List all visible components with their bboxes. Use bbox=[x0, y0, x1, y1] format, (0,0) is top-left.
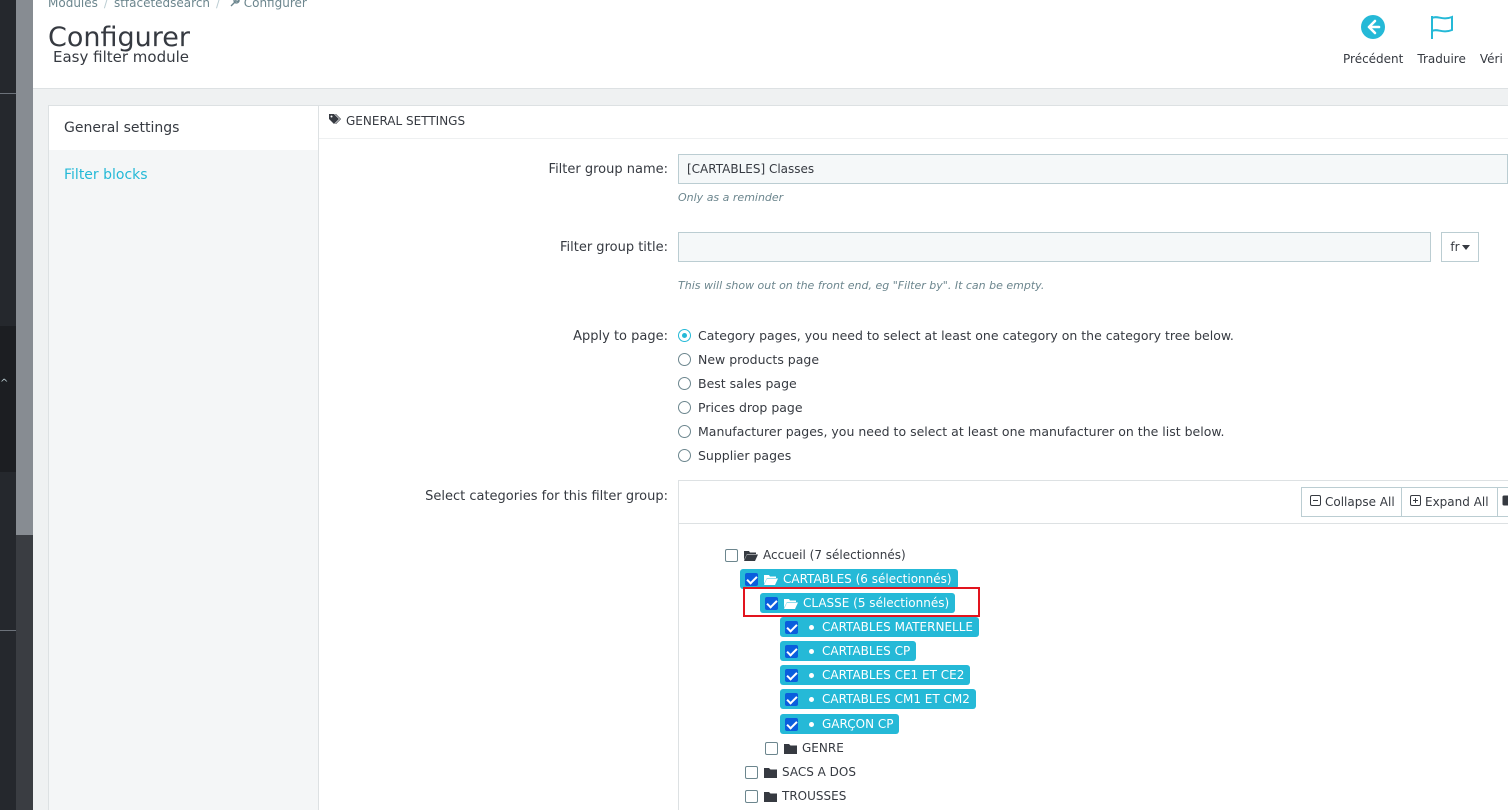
tree-toolbar: Collapse All Expand All bbox=[679, 481, 1508, 524]
folder-icon bbox=[764, 791, 777, 802]
admin-sidebar: ^ bbox=[0, 0, 33, 810]
categories-label: Select categories for this filter group: bbox=[425, 489, 668, 504]
page-header: Modules / stfacetedsearch / Configurer Conf… bbox=[33, 0, 1508, 89]
bullet-icon bbox=[809, 721, 814, 727]
tree-node-cartables-cp[interactable]: CARTABLES CP bbox=[780, 641, 917, 661]
check-button[interactable]: Véri bbox=[1480, 10, 1503, 66]
bullet-icon bbox=[809, 648, 814, 654]
tree-node-garcon-cp[interactable]: GARÇON CP bbox=[780, 714, 900, 734]
apply-option-supplier[interactable]: Supplier pages bbox=[678, 448, 791, 463]
breadcrumb-current: Configurer bbox=[243, 0, 307, 10]
checkbox-checked[interactable] bbox=[785, 692, 798, 706]
flag-icon bbox=[1428, 10, 1456, 44]
language-dropdown[interactable]: fr bbox=[1441, 232, 1479, 262]
page-subtitle: Easy filter module bbox=[53, 48, 190, 66]
apply-option-prices-drop[interactable]: Prices drop page bbox=[678, 400, 803, 415]
radio[interactable] bbox=[678, 425, 691, 438]
checkbox[interactable] bbox=[745, 789, 758, 803]
radio-checked[interactable] bbox=[678, 329, 691, 342]
sidebar-divider bbox=[0, 93, 16, 94]
folder-open-icon bbox=[764, 574, 778, 585]
breadcrumb: Modules / stfacetedsearch / Configurer bbox=[48, 0, 307, 10]
sidebar-scrollbar-track[interactable] bbox=[16, 535, 33, 810]
language-value: fr bbox=[1450, 240, 1460, 254]
caret-down-icon bbox=[1461, 245, 1470, 250]
folder-icon bbox=[784, 743, 797, 754]
group-name-help: Only as a reminder bbox=[678, 191, 784, 204]
radio[interactable] bbox=[678, 353, 691, 366]
panel-heading-text: GENERAL SETTINGS bbox=[346, 114, 466, 128]
highlight-annotation bbox=[743, 587, 980, 617]
toolbar: Précédent Traduire Véri bbox=[1343, 10, 1508, 66]
chevron-up-icon[interactable]: ^ bbox=[0, 378, 8, 389]
tab-filter-blocks[interactable]: Filter blocks bbox=[49, 150, 318, 200]
tab-general-settings[interactable]: General settings bbox=[49, 106, 318, 151]
translate-label: Traduire bbox=[1417, 52, 1466, 66]
group-name-input[interactable]: [CARTABLES] Classes bbox=[678, 154, 1508, 184]
settings-tab-nav: General settings Filter blocks bbox=[48, 105, 319, 810]
tree-node-cartables[interactable]: CARTABLES (6 sélectionnés) bbox=[740, 569, 958, 589]
tree-node-sacs-a-dos[interactable]: SACS A DOS bbox=[745, 762, 856, 782]
collapse-all-button[interactable]: Collapse All bbox=[1301, 487, 1404, 517]
group-title-input[interactable] bbox=[678, 232, 1431, 262]
apply-to-page-label: Apply to page: bbox=[573, 329, 668, 344]
category-tree: Collapse All Expand All Accueil (7 sélec… bbox=[678, 480, 1508, 810]
check-square-icon bbox=[1502, 488, 1508, 516]
tree-node-accueil[interactable]: Accueil (7 sélectionnés) bbox=[725, 545, 906, 565]
radio[interactable] bbox=[678, 401, 691, 414]
wrench-icon bbox=[226, 0, 244, 10]
apply-option-best-sales[interactable]: Best sales page bbox=[678, 376, 797, 391]
apply-option-new-products[interactable]: New products page bbox=[678, 352, 819, 367]
previous-button[interactable]: Précédent bbox=[1343, 10, 1403, 66]
sidebar-scrollbar-thumb[interactable] bbox=[16, 0, 33, 535]
translate-button[interactable]: Traduire bbox=[1417, 10, 1466, 66]
folder-open-icon bbox=[744, 550, 758, 561]
radio[interactable] bbox=[678, 449, 691, 462]
tree-node-cartables-ce1-ce2[interactable]: CARTABLES CE1 ET CE2 bbox=[780, 665, 971, 685]
apply-option-category[interactable]: Category pages, you need to select at le… bbox=[678, 328, 1234, 343]
sidebar-divider bbox=[0, 630, 16, 631]
bullet-icon bbox=[809, 624, 814, 630]
checkbox[interactable] bbox=[745, 765, 758, 779]
group-title-help: This will show out on the front end, eg … bbox=[678, 279, 1045, 292]
expand-all-button[interactable]: Expand All bbox=[1401, 487, 1498, 517]
tree-node-trousses[interactable]: TROUSSES bbox=[745, 786, 846, 806]
checkbox-checked[interactable] bbox=[745, 572, 758, 586]
radio[interactable] bbox=[678, 377, 691, 390]
checkbox-checked[interactable] bbox=[785, 620, 798, 634]
minus-square-icon bbox=[1310, 488, 1321, 516]
checkbox-checked[interactable] bbox=[785, 717, 798, 731]
panel-heading: GENERAL SETTINGS bbox=[329, 114, 465, 128]
tab-nav-lower: Filter blocks bbox=[49, 150, 318, 810]
tree-node-cartables-cm1-cm2[interactable]: CARTABLES CM1 ET CM2 bbox=[780, 689, 976, 709]
checkbox-checked[interactable] bbox=[785, 644, 798, 658]
folder-icon bbox=[764, 767, 777, 778]
checkbox[interactable] bbox=[725, 548, 738, 562]
group-name-label: Filter group name: bbox=[548, 162, 668, 177]
tree-node-genre[interactable]: GENRE bbox=[765, 738, 844, 758]
check-all-button[interactable] bbox=[1497, 487, 1508, 517]
breadcrumb-module[interactable]: stfacetedsearch bbox=[114, 0, 210, 10]
checkbox[interactable] bbox=[765, 741, 778, 755]
general-settings-panel: GENERAL SETTINGS Filter group name: [CAR… bbox=[319, 105, 1508, 810]
checkbox-checked[interactable] bbox=[785, 668, 798, 682]
tags-icon bbox=[329, 114, 342, 128]
bullet-icon bbox=[809, 696, 814, 702]
tree-node-cartables-maternelle[interactable]: CARTABLES MATERNELLE bbox=[780, 617, 979, 637]
apply-option-manufacturer[interactable]: Manufacturer pages, you need to select a… bbox=[678, 424, 1224, 439]
bullet-icon bbox=[809, 672, 814, 678]
arrow-left-circle-icon bbox=[1360, 10, 1386, 44]
plus-square-icon bbox=[1410, 488, 1421, 516]
breadcrumb-modules[interactable]: Modules bbox=[48, 0, 98, 10]
previous-label: Précédent bbox=[1343, 52, 1404, 66]
sidebar-submenu[interactable] bbox=[0, 326, 16, 472]
group-title-label: Filter group title: bbox=[559, 240, 668, 255]
check-label: Véri bbox=[1479, 52, 1503, 66]
